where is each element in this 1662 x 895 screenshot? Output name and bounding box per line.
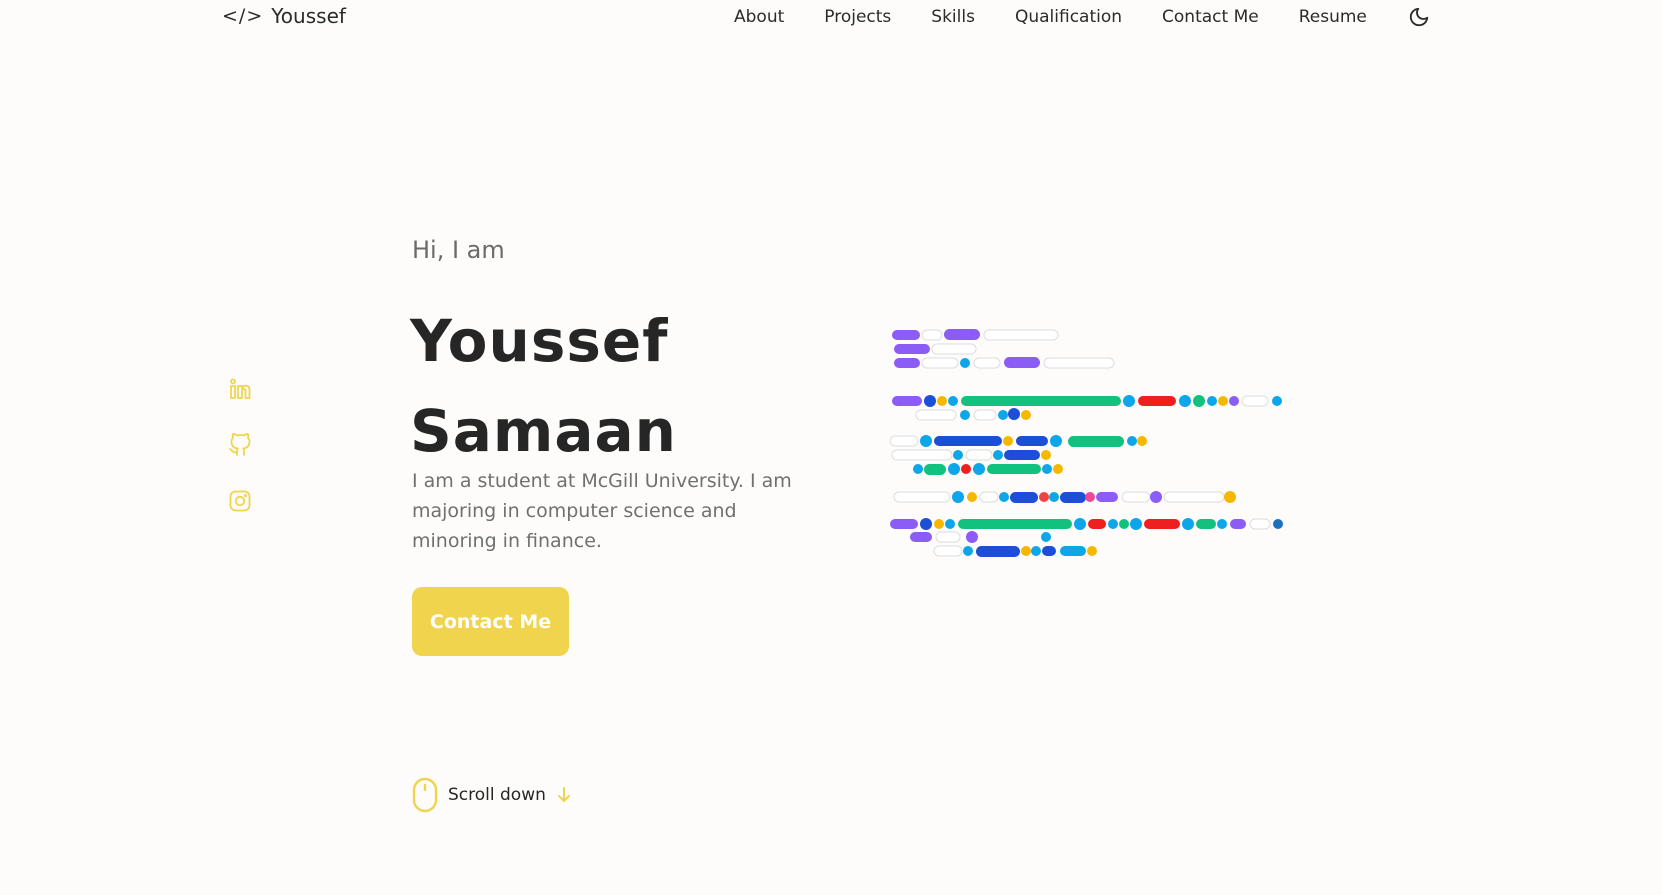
social-links — [226, 374, 254, 516]
linkedin-icon — [230, 378, 251, 399]
code-line-11 — [910, 531, 1051, 543]
nav-projects[interactable]: Projects — [824, 7, 891, 27]
code-brackets-icon: </> — [222, 5, 264, 27]
code-line-5 — [915, 408, 1031, 421]
code-line-10 — [890, 518, 1283, 530]
page: </> Youssef About Projects Skills Qualif… — [0, 0, 1662, 895]
code-line-7 — [891, 449, 1051, 461]
theme-toggle-button[interactable] — [1407, 5, 1431, 29]
nav-skills[interactable]: Skills — [931, 7, 975, 27]
scroll-down-label: Scroll down — [448, 785, 546, 805]
code-line-9 — [893, 491, 1236, 503]
nav-contact[interactable]: Contact Me — [1162, 7, 1259, 27]
linkedin-link[interactable] — [226, 374, 254, 404]
moon-icon — [1409, 7, 1429, 27]
logo-link[interactable]: </> Youssef — [222, 4, 346, 28]
code-line-6 — [889, 435, 1147, 447]
mouse-icon — [412, 777, 438, 813]
logo-text: Youssef — [271, 4, 346, 28]
nav-qualification[interactable]: Qualification — [1015, 7, 1122, 27]
code-line-12 — [933, 545, 1097, 557]
code-line-2 — [894, 343, 977, 355]
nav-resume[interactable]: Resume — [1299, 7, 1367, 27]
instagram-icon — [229, 490, 251, 512]
github-icon — [229, 433, 251, 456]
main-nav: About Projects Skills Qualification Cont… — [734, 5, 1431, 29]
site-header: </> Youssef About Projects Skills Qualif… — [0, 0, 1662, 36]
hero-first-name: Youssef — [410, 307, 669, 375]
hero-description: I am a student at McGill University. I a… — [412, 470, 792, 552]
arrow-down-icon — [557, 787, 570, 802]
code-illustration — [889, 329, 1283, 557]
hero-name: Youssef Samaan — [410, 296, 677, 476]
contact-me-button[interactable]: Contact Me — [412, 587, 569, 656]
instagram-link[interactable] — [226, 486, 254, 516]
nav-about[interactable]: About — [734, 7, 784, 27]
code-line-1 — [892, 329, 1059, 341]
code-line-4 — [892, 395, 1282, 407]
hero-greeting: Hi, I am — [412, 236, 505, 264]
scroll-down-link[interactable]: Scroll down — [412, 777, 572, 813]
code-line-8 — [913, 463, 1063, 475]
github-link[interactable] — [226, 430, 254, 460]
hero-last-name: Samaan — [410, 397, 677, 465]
code-line-3 — [894, 357, 1115, 369]
